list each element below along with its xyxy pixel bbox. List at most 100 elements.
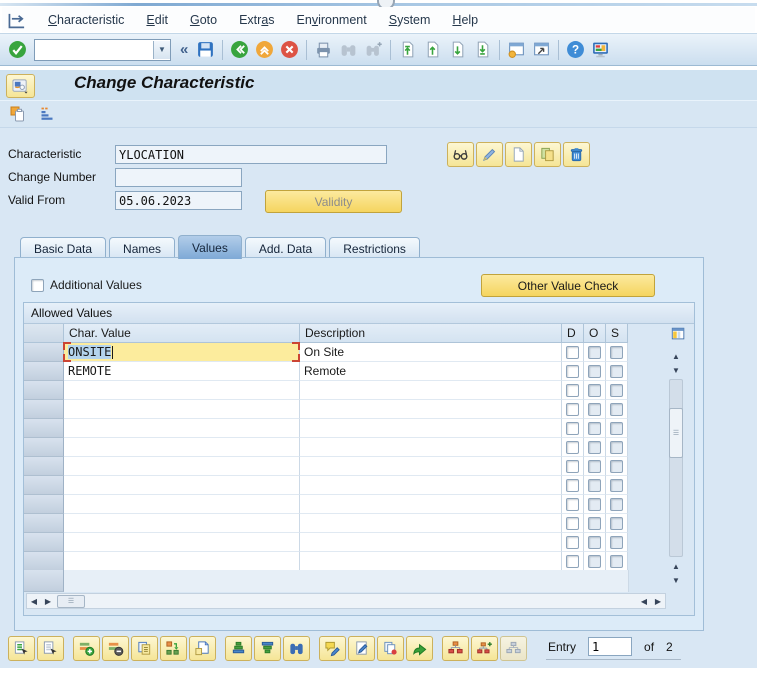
row-selector[interactable] <box>24 381 64 400</box>
description-cell[interactable] <box>300 400 562 419</box>
validity-button[interactable]: Validity <box>265 190 402 213</box>
sort-descending-button[interactable] <box>254 636 281 661</box>
delete-button[interactable] <box>563 142 590 167</box>
s-checkbox[interactable] <box>610 554 623 568</box>
new-entry-button[interactable] <box>189 636 216 661</box>
shortcut-button[interactable] <box>529 38 554 62</box>
hierarchy-node-button[interactable] <box>500 636 527 661</box>
back-button[interactable] <box>227 38 252 62</box>
row-selector[interactable] <box>24 400 64 419</box>
char-value-cell[interactable] <box>64 552 300 571</box>
next-page-button[interactable] <box>445 38 470 62</box>
description-cell[interactable]: Remote <box>300 362 562 381</box>
d-checkbox[interactable] <box>566 383 579 397</box>
scroll-down-icon[interactable]: ▼ <box>669 573 683 587</box>
cancel-button[interactable] <box>277 38 302 62</box>
create-button[interactable] <box>505 142 532 167</box>
additional-values-checkbox[interactable] <box>31 278 44 292</box>
display-button[interactable] <box>447 142 474 167</box>
enter-button[interactable] <box>5 38 30 62</box>
column-header-char-value[interactable]: Char. Value <box>64 324 300 343</box>
selector-column-header[interactable] <box>24 324 64 343</box>
row-selector[interactable] <box>24 476 64 495</box>
command-input[interactable] <box>35 41 153 58</box>
description-cell[interactable] <box>300 476 562 495</box>
hierarchy-sort-button[interactable] <box>36 103 58 125</box>
o-checkbox[interactable] <box>588 364 601 378</box>
scroll-down-icon[interactable]: ▼ <box>669 363 683 377</box>
d-checkbox[interactable] <box>566 421 579 435</box>
sort-ascending-button[interactable] <box>225 636 252 661</box>
menu-extras[interactable]: Extras <box>228 11 285 29</box>
scroll-up-icon[interactable]: ▲ <box>669 559 683 573</box>
find-next-button[interactable] <box>361 38 386 62</box>
o-checkbox[interactable] <box>588 383 601 397</box>
vertical-scroll-thumb[interactable]: ☰ <box>669 408 683 458</box>
description-cell[interactable] <box>300 495 562 514</box>
row-selector[interactable] <box>24 362 64 381</box>
row-selector[interactable] <box>24 533 64 552</box>
up-button[interactable] <box>252 38 277 62</box>
row-selector[interactable] <box>24 570 64 592</box>
column-header-s[interactable]: S <box>606 324 628 343</box>
row-selector[interactable] <box>24 438 64 457</box>
d-checkbox[interactable] <box>566 402 579 416</box>
s-checkbox[interactable] <box>610 497 623 511</box>
hierarchy-insert-button[interactable] <box>471 636 498 661</box>
long-text-button[interactable] <box>319 636 346 661</box>
prev-page-button[interactable] <box>420 38 445 62</box>
horizontal-scroll-track[interactable] <box>87 594 637 608</box>
collapse-toolbar-button[interactable]: « <box>175 41 193 58</box>
o-checkbox[interactable] <box>588 478 601 492</box>
o-checkbox[interactable] <box>588 497 601 511</box>
char-value-cell[interactable] <box>64 476 300 495</box>
o-checkbox[interactable] <box>588 459 601 473</box>
description-cell[interactable] <box>300 552 562 571</box>
tab-add-data[interactable]: Add. Data <box>244 237 327 259</box>
copy-row-button[interactable] <box>131 636 158 661</box>
column-header-o[interactable]: O <box>584 324 606 343</box>
s-checkbox[interactable] <box>610 383 623 397</box>
services-for-object-button[interactable] <box>6 74 35 98</box>
horizontal-scroll-thumb[interactable]: ☰ <box>57 594 85 608</box>
column-header-description[interactable]: Description <box>300 324 562 343</box>
d-checkbox[interactable] <box>566 516 579 530</box>
scroll-right-icon[interactable]: ▶ <box>651 594 665 608</box>
scroll-left-icon[interactable]: ◀ <box>27 594 41 608</box>
delete-row-button[interactable] <box>102 636 129 661</box>
o-checkbox[interactable] <box>588 440 601 454</box>
s-checkbox[interactable] <box>610 478 623 492</box>
find-button[interactable] <box>336 38 361 62</box>
o-checkbox[interactable] <box>588 421 601 435</box>
description-cell[interactable] <box>300 381 562 400</box>
o-checkbox[interactable] <box>588 535 601 549</box>
system-menu-icon[interactable] <box>7 11 29 29</box>
row-selector[interactable] <box>24 419 64 438</box>
s-checkbox[interactable] <box>610 421 623 435</box>
copy-button[interactable] <box>534 142 561 167</box>
entry-number-input[interactable] <box>588 637 633 656</box>
char-value-cell[interactable] <box>64 419 300 438</box>
d-checkbox[interactable] <box>566 364 579 378</box>
new-session-button[interactable] <box>504 38 529 62</box>
o-checkbox[interactable] <box>588 345 601 359</box>
d-checkbox[interactable] <box>566 459 579 473</box>
insert-row-button[interactable] <box>73 636 100 661</box>
description-cell[interactable] <box>300 438 562 457</box>
deselect-all-button[interactable] <box>37 636 64 661</box>
char-value-cell[interactable] <box>64 381 300 400</box>
paste-row-button[interactable] <box>160 636 187 661</box>
d-checkbox[interactable] <box>566 478 579 492</box>
tab-restrictions[interactable]: Restrictions <box>329 237 420 259</box>
print-button[interactable] <box>311 38 336 62</box>
find-entries-button[interactable] <box>283 636 310 661</box>
customize-button[interactable] <box>588 38 613 62</box>
description-cell[interactable] <box>300 514 562 533</box>
description-cell[interactable]: On Site <box>300 343 562 362</box>
first-page-button[interactable] <box>395 38 420 62</box>
s-checkbox[interactable] <box>610 402 623 416</box>
o-checkbox[interactable] <box>588 402 601 416</box>
edit-entry-button[interactable] <box>348 636 375 661</box>
row-selector[interactable] <box>24 514 64 533</box>
select-all-button[interactable] <box>8 636 35 661</box>
